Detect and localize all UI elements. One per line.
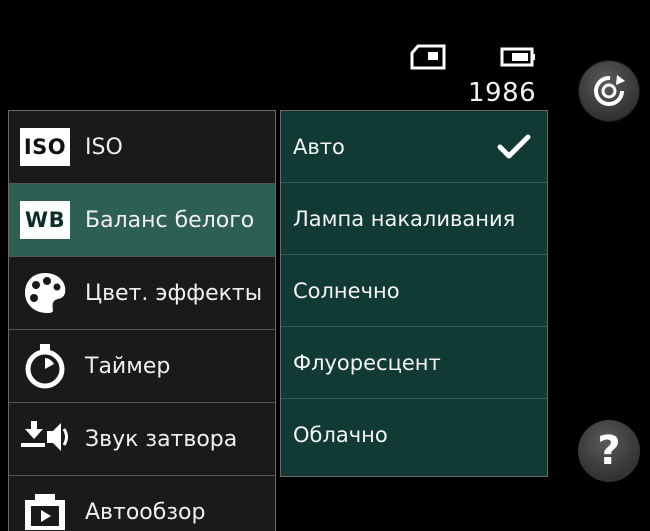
iso-icon: ISO [15,111,75,183]
auto-review-icon [15,476,75,531]
menu-item-auto-review[interactable]: Автообзор [9,476,275,531]
shutter-sound-icon [15,403,75,475]
menu-item-label: Звук затвора [85,426,238,452]
rotate-camera-button[interactable] [578,60,640,122]
palette-icon [15,257,75,329]
timer-icon [15,330,75,402]
option-label: Солнечно [293,278,400,303]
menu-item-iso[interactable]: ISO ISO [9,111,275,184]
menu-item-label: Таймер [85,353,171,379]
option-fluorescent[interactable]: Флуоресцент [281,327,547,399]
menu-item-label: Автообзор [85,499,206,525]
menu-item-label: ISO [85,134,123,160]
white-balance-icon: WB [15,184,75,256]
option-label: Флуоресцент [293,350,441,375]
menu-item-color-effects[interactable]: Цвет. эффекты [9,257,275,330]
option-sunny[interactable]: Солнечно [281,255,547,327]
menu-item-label: Баланс белого [85,207,255,233]
menu-item-label: Цвет. эффекты [85,280,263,306]
settings-menu: ISO ISO WB Баланс белого Цвет. эффекты Т… [8,110,276,531]
help-button[interactable]: ? [578,420,640,482]
rotate-camera-icon [594,75,625,106]
menu-item-timer[interactable]: Таймер [9,330,275,403]
option-label: Лампа накаливания [293,206,516,231]
shots-remaining: 1986 [468,78,537,108]
sd-card-icon [410,44,446,70]
option-label: Облачно [293,423,388,447]
option-auto[interactable]: Авто [281,111,547,183]
menu-item-white-balance[interactable]: WB Баланс белого [9,184,275,257]
help-label: ? [597,428,621,474]
battery-icon [500,47,535,67]
option-cloudy[interactable]: Облачно [281,399,547,471]
white-balance-options: Авто Лампа накаливания Солнечно Флуоресц… [280,110,548,477]
menu-item-shutter-sound[interactable]: Звук затвора [9,403,275,476]
option-label: Авто [293,134,345,159]
option-incandescent[interactable]: Лампа накаливания [281,183,547,255]
checkmark-icon [497,134,531,158]
